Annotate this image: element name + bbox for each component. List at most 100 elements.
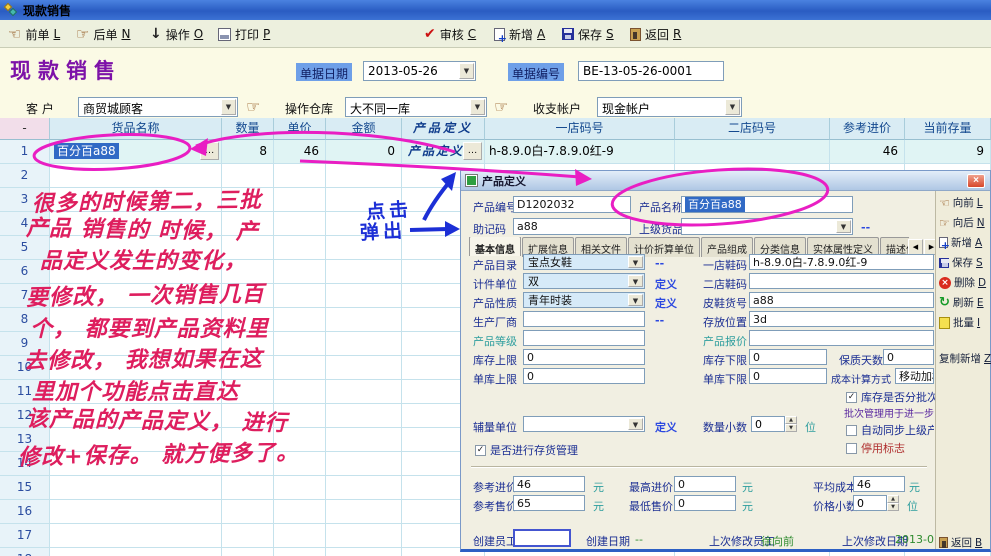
cell-amount[interactable] [326,380,402,404]
single-store-upper-input[interactable]: 0 [523,368,645,384]
doc-no-input[interactable]: BE-13-05-26-0001 [578,61,724,81]
cell-store1-code[interactable]: h-8.9.0白-7.8.9.0红-9 [485,140,675,164]
chevron-down-icon[interactable]: ▼ [836,220,851,233]
cell-product-name[interactable] [50,164,222,188]
ref-purchase-price-input[interactable]: 46 [513,476,585,492]
doc-date-select[interactable]: 2013-05-26 ▼ [363,61,476,81]
cell-amount[interactable] [326,164,402,188]
aux-unit-select[interactable]: ▼ [523,416,645,432]
qty-decimals-input[interactable]: 0 [751,416,785,432]
cell-product-name[interactable] [50,500,222,524]
tab-basic-info[interactable]: 基本信息 [469,237,521,256]
store1-shoe-code-input[interactable]: h-8.9.0白-7.8.9.0红-9 [749,254,934,270]
count-unit-select[interactable]: 双▼ [523,273,645,289]
parent-item-link[interactable]: -- [861,221,870,234]
cell-price[interactable] [274,356,326,380]
cell-amount[interactable] [326,476,402,500]
cell-price[interactable] [274,476,326,500]
ref-sale-price-input[interactable]: 65 [513,495,585,511]
cell-price[interactable] [274,188,326,212]
cell-product-name[interactable] [50,260,222,284]
close-icon[interactable]: × [967,174,985,188]
operations-button[interactable]: ↓操作O [150,23,203,45]
dlg-new-button[interactable]: 新增A [939,235,982,250]
print-button[interactable]: 打印P [218,23,270,45]
cell-amount[interactable]: 0 [326,140,402,164]
cell-price[interactable] [274,524,326,548]
dlg-prev-button[interactable]: ☜向前L [939,195,983,210]
cell-qty[interactable] [222,524,274,548]
tab-product-composition[interactable]: 产品组成 [701,237,753,257]
cell-price[interactable] [274,500,326,524]
cell-qty[interactable] [222,428,274,452]
prev-doc-button[interactable]: ☜前单L [8,23,60,45]
dlg-next-button[interactable]: ☞向后N [939,215,985,230]
shoe-item-no-input[interactable]: a88 [749,292,934,308]
cell-product-name[interactable] [50,548,222,556]
cell-amount[interactable] [326,284,402,308]
chevron-down-icon[interactable]: ▼ [470,99,485,115]
stock-upper-limit-input[interactable]: 0 [523,349,645,365]
cell-qty[interactable] [222,260,274,284]
cell-qty[interactable] [222,500,274,524]
dlg-save-button[interactable]: 保存S [939,255,983,270]
cell-product-name[interactable] [50,428,222,452]
cell-price[interactable] [274,236,326,260]
chevron-down-icon[interactable]: ▼ [459,63,474,79]
mnemonic-input[interactable]: a88 [513,218,631,235]
next-doc-button[interactable]: ☞后单N [76,23,130,45]
cell-qty[interactable] [222,236,274,260]
chevron-down-icon[interactable]: ▼ [221,99,236,115]
cost-method-input[interactable]: 移动加权平均 [895,368,934,384]
cell-ref-price[interactable]: 46 [830,140,905,164]
dlg-batch-button[interactable]: 批量I [939,315,980,330]
cell-amount[interactable] [326,500,402,524]
cell-product-name[interactable]: 百分百a88… [50,140,222,164]
ellipsis-button[interactable]: … [463,142,482,160]
batch-checkbox[interactable]: ✓库存是否分批次 [846,389,938,405]
cell-amount[interactable] [326,260,402,284]
chevron-down-icon[interactable]: ▼ [628,418,643,430]
cell-price[interactable] [274,308,326,332]
cell-price[interactable] [274,404,326,428]
manufacturer-input[interactable] [523,311,645,327]
account-select[interactable]: 现金帐户 ▼ [597,97,742,117]
chevron-down-icon[interactable]: ▼ [725,99,740,115]
cell-qty[interactable] [222,476,274,500]
customer-picker-hand-icon[interactable]: ☞ [246,97,260,116]
sync-parent-checkbox[interactable]: 自动同步上级产品 [846,422,934,438]
cell-amount[interactable] [326,212,402,236]
single-store-lower-input[interactable]: 0 [749,368,827,384]
cell-price[interactable] [274,332,326,356]
chevron-down-icon[interactable]: ▼ [628,275,643,287]
cell-qty[interactable] [222,548,274,556]
chevron-down-icon[interactable]: ▼ [628,294,643,306]
nature-define-link[interactable]: 定义 [655,295,677,311]
cell-price[interactable] [274,428,326,452]
cell-price[interactable] [274,380,326,404]
chevron-down-icon[interactable]: ▼ [628,256,643,268]
cell-amount[interactable] [326,308,402,332]
cell-product-name[interactable] [50,332,222,356]
cell-product-name[interactable] [50,212,222,236]
cell-qty[interactable] [222,380,274,404]
cell-amount[interactable] [326,452,402,476]
cell-qty[interactable] [222,164,274,188]
customer-select[interactable]: 商贸城顾客 ▼ [78,97,238,117]
stock-lower-limit-input[interactable]: 0 [749,349,827,365]
cell-store2-code[interactable] [675,140,830,164]
warehouse-select[interactable]: 大不同一库 ▼ [345,97,487,117]
unchecked-box-icon[interactable] [846,443,857,454]
cell-qty[interactable] [222,308,274,332]
cell-qty[interactable] [222,452,274,476]
price-decimals-spinner[interactable]: ▲▼ [887,495,899,511]
stock-mgmt-checkbox[interactable]: ✓是否进行存货管理 [475,442,578,458]
cell-price[interactable] [274,284,326,308]
cell-price[interactable]: 46 [274,140,326,164]
shelf-life-input[interactable]: 0 [883,349,934,365]
manufacturer-link[interactable]: -- [655,314,664,327]
cell-price[interactable] [274,260,326,284]
cell-product-name[interactable] [50,284,222,308]
cell-product-name[interactable] [50,524,222,548]
created-by-input[interactable] [513,529,571,547]
